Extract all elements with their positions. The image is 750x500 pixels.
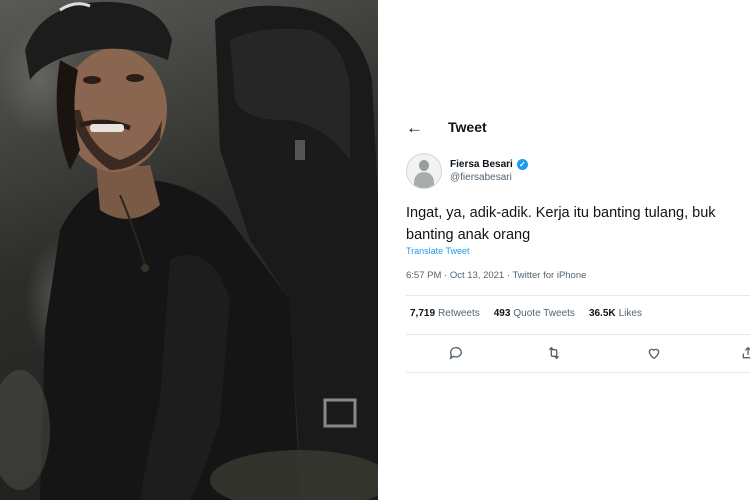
tweet-stats: 7,719 Retweets 493 Quote Tweets 36.5K Likes (410, 308, 656, 319)
tweet-header: ← Tweet (406, 116, 487, 138)
author-names: Fiersa Besari ✓ @fiersabesari (450, 159, 528, 183)
avatar[interactable] (406, 153, 442, 189)
author-display-name[interactable]: Fiersa Besari (450, 159, 513, 170)
retweets-count[interactable]: 7,719 Retweets (410, 308, 480, 319)
verified-badge-icon: ✓ (516, 159, 528, 170)
heart-icon[interactable] (644, 343, 664, 363)
divider (406, 372, 750, 373)
divider (406, 295, 750, 296)
tweet-panel: ← Tweet Fiersa Besari ✓ @fiersabesari In… (392, 0, 750, 500)
reply-icon[interactable] (446, 343, 466, 363)
tweet-author[interactable]: Fiersa Besari ✓ @fiersabesari (406, 153, 528, 189)
tweet-text-line-1: Ingat, ya, adik-adik. Kerja itu banting … (406, 205, 716, 221)
tweet-timestamp[interactable]: 6:57 PM · Oct 13, 2021 · Twitter for iPh… (406, 270, 586, 281)
arrow-left-icon[interactable]: ← (406, 119, 426, 136)
translate-tweet-link[interactable]: Translate Tweet (406, 246, 470, 256)
quote-tweets-count[interactable]: 493 Quote Tweets (494, 308, 575, 319)
man-with-backpack-photo (0, 0, 378, 500)
page-title: Tweet (448, 119, 487, 135)
tweet-actions (392, 343, 750, 363)
share-icon[interactable] (738, 343, 750, 363)
tweet-text-line-2: banting anak orang (406, 227, 531, 243)
tweet-text: Ingat, ya, adik-adik. Kerja itu banting … (406, 202, 750, 246)
photo-illustration (0, 1, 378, 500)
retweet-icon[interactable] (544, 343, 564, 363)
likes-count[interactable]: 36.5K Likes (589, 308, 642, 319)
divider (406, 334, 750, 335)
author-handle[interactable]: @fiersabesari (450, 172, 528, 183)
